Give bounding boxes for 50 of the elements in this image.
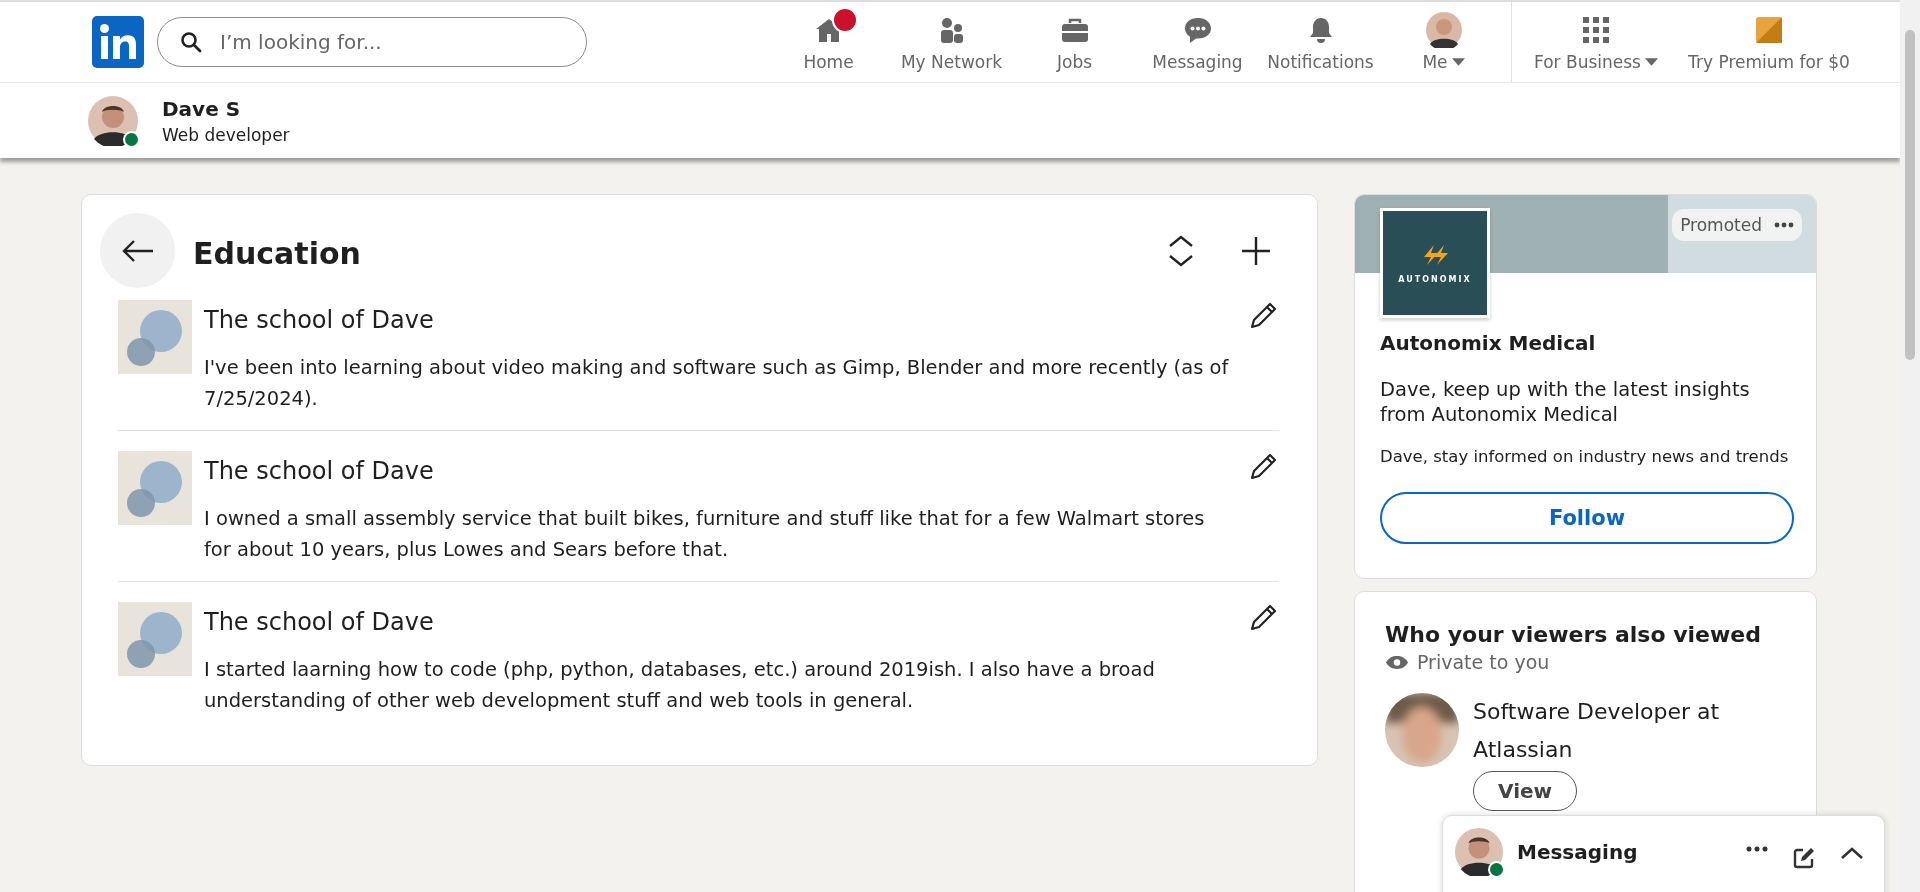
edit-pencil-icon[interactable] — [1249, 451, 1279, 481]
nav-item[interactable]: My Network — [890, 2, 1013, 82]
grid-icon — [1581, 15, 1611, 45]
add-icon[interactable] — [1241, 235, 1271, 266]
profile-name: Dave S — [162, 96, 242, 121]
education-description: I started laarning how to code (php, python, databases, etc.) around 2019ish. I also have a broad understanding of other web development stuff and web tools in general. — [204, 657, 1156, 714]
back-arrow-icon — [121, 238, 154, 263]
profile-headline: Web developer — [162, 124, 290, 145]
avatar-icon — [1425, 12, 1462, 48]
section-title: Education — [193, 235, 362, 271]
search-icon — [179, 30, 203, 54]
education-description: I've been into learning about video making and software such as Gimp, Blender and more recently (as of 7/25/2024). — [204, 355, 1229, 412]
profile-avatar — [88, 95, 138, 146]
more-options-icon[interactable] — [1774, 222, 1794, 228]
ad-headline: Dave, keep up with the latest insights from Autonomix Medical — [1380, 377, 1751, 427]
premium-icon — [1755, 16, 1783, 44]
card-title: Who your viewers also viewed — [1385, 622, 1763, 647]
follow-button[interactable]: Follow — [1380, 492, 1794, 544]
school-name: The school of Dave — [204, 608, 435, 636]
chat-bubble-icon — [1182, 16, 1213, 44]
nav-item[interactable]: Messaging — [1136, 2, 1259, 82]
nav-item[interactable]: Jobs — [1013, 2, 1136, 82]
edit-pencil-icon[interactable] — [1249, 602, 1279, 632]
nav-item[interactable]: Notifications — [1259, 2, 1382, 82]
compose-icon[interactable] — [1792, 846, 1816, 870]
privacy-note: Private to you — [1417, 651, 1550, 673]
nav-item[interactable]: For Business — [1518, 2, 1674, 82]
eye-icon — [1385, 654, 1409, 670]
chevron-up-icon[interactable] — [1840, 846, 1864, 860]
nav-item[interactable]: Me — [1382, 2, 1505, 82]
nav-item[interactable]: Home — [767, 2, 890, 82]
logo-icon[interactable] — [92, 16, 144, 68]
promoted-label: Promoted — [1672, 209, 1802, 241]
edit-pencil-icon[interactable] — [1249, 300, 1279, 330]
messaging-avatar — [1455, 828, 1503, 876]
school-name: The school of Dave — [204, 306, 435, 334]
briefcase-icon — [1059, 16, 1090, 44]
search-field[interactable]: I’m looking for... — [157, 17, 587, 67]
education-description: I owned a small assembly service that built bikes, furniture and stuff like that for a few Walmart stores for about 10 years, plus Lowes and Sears before that. — [204, 506, 1206, 563]
reorder-icon[interactable] — [1167, 233, 1195, 268]
messaging-title: Messaging — [1517, 840, 1639, 864]
ad-subtext: Dave, stay informed on industry news and trends — [1380, 447, 1790, 466]
more-options-icon[interactable] — [1746, 846, 1768, 852]
school-name: The school of Dave — [204, 457, 435, 485]
company-logo: AUTONOMIX — [1380, 208, 1490, 318]
nav-item[interactable]: Try Premium for $0 — [1674, 2, 1864, 82]
company-name: Autonomix Medical — [1380, 331, 1597, 355]
messaging-dialog[interactable]: Messaging — [1442, 815, 1885, 892]
person-title: Software Developer at Atlassian — [1473, 698, 1721, 764]
view-button[interactable]: View — [1473, 771, 1578, 811]
